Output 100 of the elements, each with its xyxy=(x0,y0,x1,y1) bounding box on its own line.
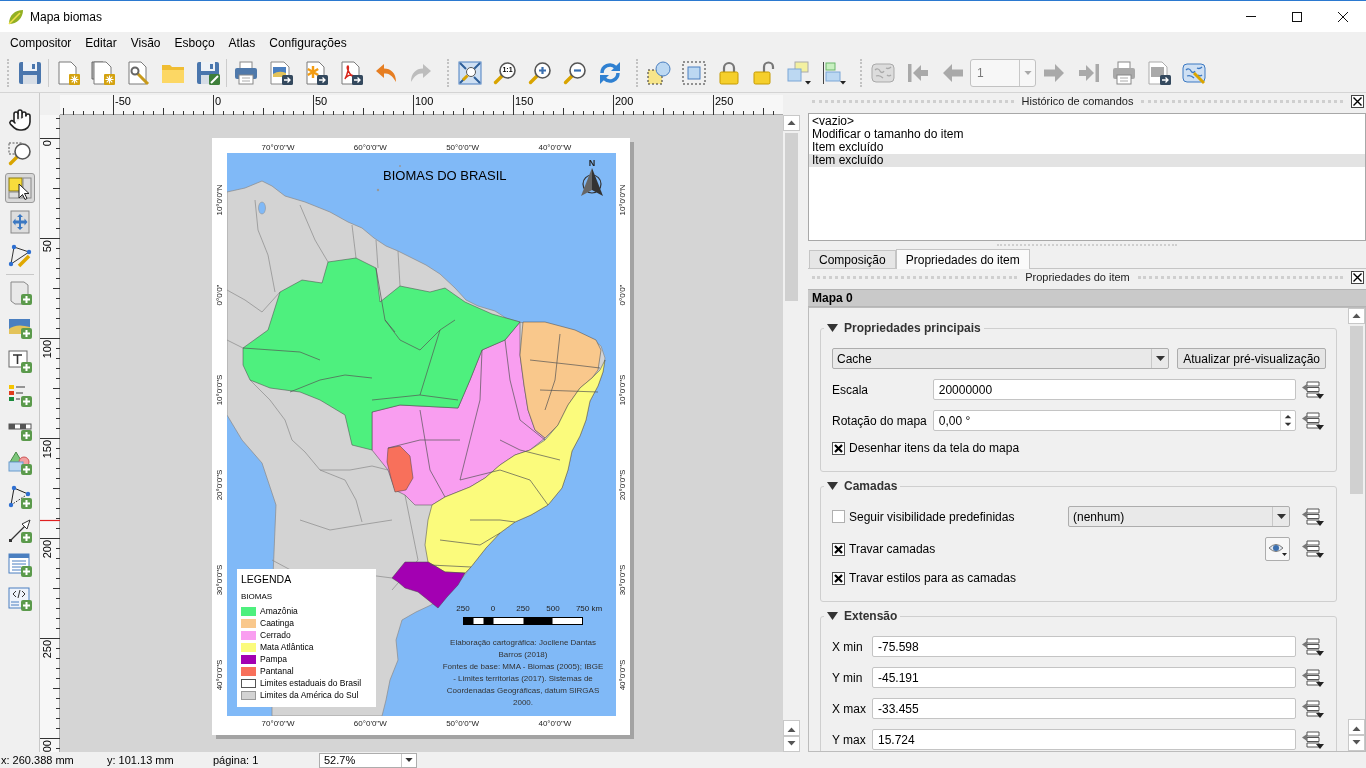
hand-icon xyxy=(7,108,32,132)
legend-label: Limites da América do Sul xyxy=(260,689,359,701)
ruler-label: 00 xyxy=(41,740,53,753)
input-field[interactable]: -33.455 xyxy=(872,698,1296,719)
field-label: X max xyxy=(832,700,867,718)
input-field[interactable]: 20000000 xyxy=(932,379,1296,400)
ruler-label: 200 xyxy=(41,540,53,559)
eye-icon xyxy=(1268,542,1287,556)
ruler-label: 50 xyxy=(41,240,53,253)
checkbox-label: Travar camadas xyxy=(849,541,936,558)
history-item[interactable]: Modificar o tamanho do item xyxy=(809,128,1365,141)
stack-arrow-icon xyxy=(1302,540,1324,558)
grid-label: 50°0'0"W xyxy=(446,143,480,152)
ruler-label: 250 xyxy=(41,640,53,659)
ruler-label: 100 xyxy=(41,340,53,359)
history-item[interactable]: <vazio> xyxy=(809,115,1365,128)
field-label: Rotação do mapa xyxy=(832,412,928,430)
checkbox[interactable] xyxy=(832,441,845,455)
align-left-icon xyxy=(821,61,846,85)
checkbox-label: Seguir visibilidade predefinidas xyxy=(849,508,1015,526)
grid-label: 40°0'0"W xyxy=(538,143,572,152)
x-mark-icon xyxy=(834,544,843,554)
printer-icon xyxy=(1111,61,1136,85)
dropdown[interactable]: Cache xyxy=(832,348,1170,369)
data-defined-button[interactable] xyxy=(1300,729,1326,750)
caret-down-icon xyxy=(1023,71,1032,75)
checkbox[interactable] xyxy=(832,542,845,556)
text-box-add-icon xyxy=(7,349,32,373)
menu-item[interactable]: Esboço xyxy=(167,32,222,54)
tab[interactable]: Composição xyxy=(809,250,896,268)
data-defined-button[interactable] xyxy=(1300,379,1326,400)
legend-add-icon xyxy=(7,383,32,407)
scale-label: 500 xyxy=(545,604,561,614)
select-tool-button[interactable] xyxy=(4,173,35,203)
grid-label: 10°0'0"S xyxy=(215,374,224,406)
map-sheet-add-icon xyxy=(7,281,32,305)
select-all-icon xyxy=(646,61,671,85)
page-star-icon xyxy=(55,61,80,85)
first-arrow-icon xyxy=(905,61,930,85)
menu-item[interactable]: Compositor xyxy=(3,32,79,54)
menu-item[interactable]: Atlas xyxy=(221,32,263,54)
shapes-add-icon xyxy=(7,451,32,475)
stack-arrow-icon xyxy=(1302,668,1324,687)
legend-title: LEGENDA xyxy=(241,573,293,586)
history-item[interactable]: Item excluído xyxy=(809,141,1365,154)
last-arrow-icon xyxy=(1076,61,1101,85)
zoom-dropdown[interactable]: 52.7% xyxy=(319,752,417,768)
checkbox[interactable] xyxy=(832,571,845,585)
ruler-label: 0 xyxy=(41,140,53,147)
grid-label: 40°0'0"W xyxy=(538,719,572,728)
grid-label: 10°0'0"N xyxy=(215,184,224,216)
group-toggle[interactable]: Propriedades principais xyxy=(827,321,981,335)
scale-label: 250 xyxy=(455,604,471,614)
close-icon xyxy=(1353,97,1362,106)
arrow-add-icon xyxy=(7,519,32,543)
input-field[interactable]: 15.724 xyxy=(872,729,1296,750)
dropdown[interactable]: (nenhum) xyxy=(1068,506,1290,527)
update-preview-button[interactable]: Atualizar pré-visualização xyxy=(1177,348,1326,369)
spin-box[interactable]: 0,00 ° xyxy=(932,410,1296,431)
zoom-area-icon xyxy=(7,142,32,166)
scale-label: 0 xyxy=(489,604,497,614)
legend-label: Pampa xyxy=(260,653,287,665)
world-map-icon xyxy=(870,61,895,85)
field-label: Y min xyxy=(832,669,864,687)
input-field[interactable]: -75.598 xyxy=(872,636,1296,657)
history-item[interactable]: Item excluído xyxy=(809,154,1365,167)
data-defined-button[interactable] xyxy=(1300,667,1326,688)
data-defined-button[interactable] xyxy=(1300,506,1326,527)
vertical-scrollbar[interactable] xyxy=(1348,308,1365,751)
status-text: y: 101.13 mm xyxy=(107,753,175,767)
data-defined-button[interactable] xyxy=(1300,698,1326,719)
north-label: N xyxy=(588,159,596,168)
leaf-logo-icon xyxy=(8,8,24,25)
grid-label: 70°0'0"W xyxy=(261,719,295,728)
vertical-scrollbar[interactable] xyxy=(783,115,800,752)
checkbox-label: Desenhar itens da tela do mapa xyxy=(849,440,1020,457)
grid-label: 10°0'0"S xyxy=(618,374,627,406)
checkbox[interactable] xyxy=(832,510,845,523)
legend-label: Cerrado xyxy=(260,629,291,641)
close-button[interactable] xyxy=(1351,271,1364,284)
menu-item[interactable]: Configurações xyxy=(262,32,354,54)
ruler-label: 200 xyxy=(615,95,634,107)
map-wrench-icon xyxy=(1181,61,1206,85)
data-defined-button[interactable] xyxy=(1300,410,1326,431)
grid-label: 0°0'0" xyxy=(618,284,627,306)
grid-label: 10°0'0"N xyxy=(618,184,627,216)
menu-item[interactable]: Editar xyxy=(78,32,124,54)
menu-item[interactable]: Visão xyxy=(123,32,168,54)
group-toggle[interactable]: Camadas xyxy=(827,479,898,493)
visibility-button[interactable] xyxy=(1265,537,1290,561)
legend-label: Mata Atlântica xyxy=(260,641,314,653)
data-defined-button[interactable] xyxy=(1300,538,1326,560)
checkbox-label: Travar estilos para as camadas xyxy=(849,570,1016,587)
tab[interactable]: Propriedades do item xyxy=(895,249,1030,269)
group-toggle[interactable]: Extensão xyxy=(827,609,898,623)
close-button[interactable] xyxy=(1351,95,1364,108)
data-defined-button[interactable] xyxy=(1300,636,1326,657)
input-field[interactable]: -45.191 xyxy=(872,667,1296,688)
map-title: BIOMAS DO BRASIL xyxy=(383,168,507,183)
legend-label: Pantanal xyxy=(260,665,294,677)
